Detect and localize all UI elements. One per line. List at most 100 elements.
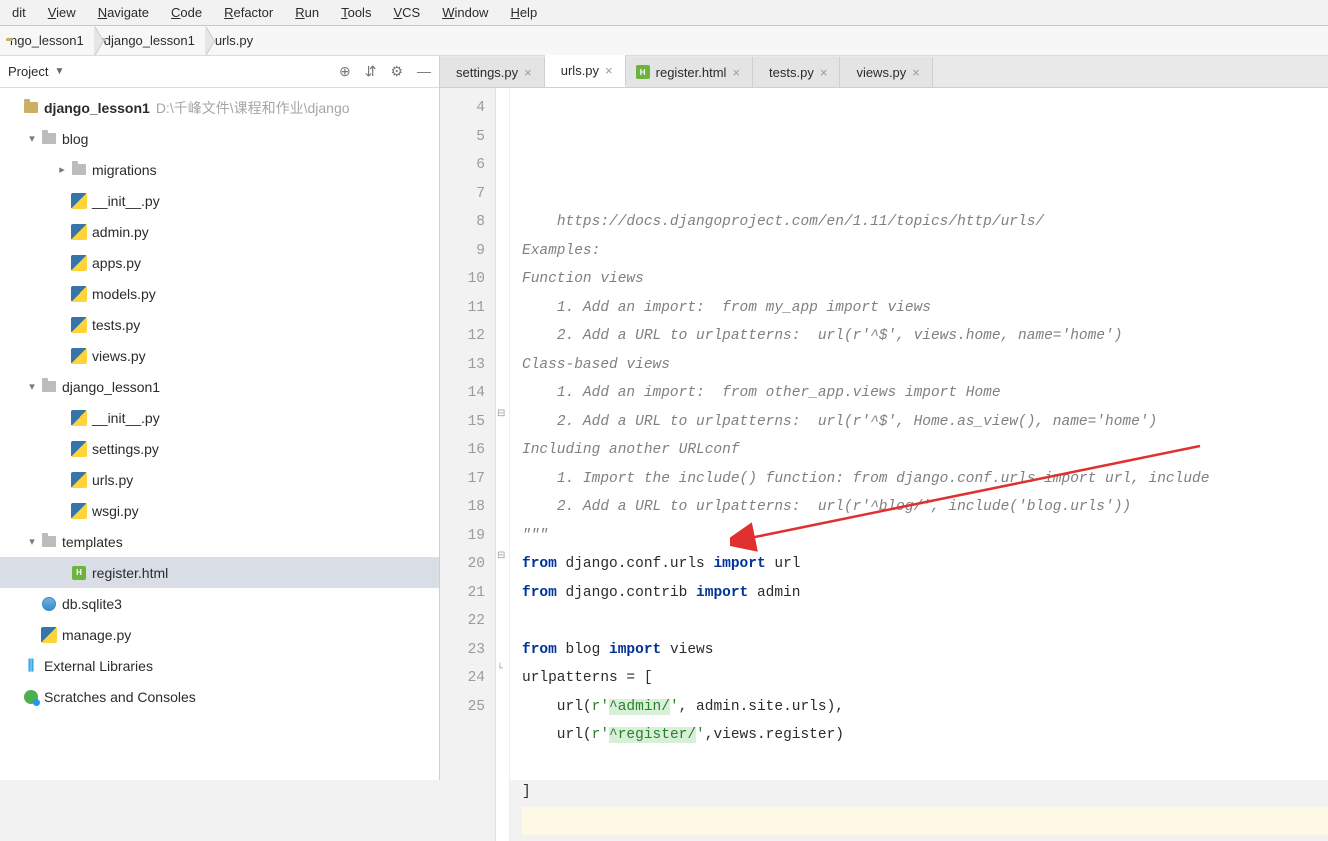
- code-content[interactable]: https://docs.djangoproject.com/en/1.11/t…: [510, 88, 1328, 841]
- code-editor[interactable]: 45678910111213141516171819202122232425 ⊟…: [440, 88, 1328, 841]
- code-line-15[interactable]: """: [522, 522, 1328, 551]
- menu-item-code[interactable]: Code: [163, 3, 210, 22]
- code-line-25[interactable]: [522, 807, 1328, 836]
- tree-item-label: django_lesson1: [62, 379, 160, 395]
- close-icon[interactable]: ×: [732, 65, 740, 80]
- tree-item-django-lesson1[interactable]: ▾ django_lesson1: [0, 371, 439, 402]
- tree-item-db-sqlite3[interactable]: db.sqlite3: [0, 588, 439, 619]
- code-line-19[interactable]: from blog import views: [522, 636, 1328, 665]
- chevron-down-icon[interactable]: ▾: [24, 535, 40, 548]
- close-icon[interactable]: ×: [820, 65, 828, 80]
- tab-settings-py[interactable]: settings.py ×: [440, 57, 545, 87]
- tree-root[interactable]: django_lesson1 D:\千峰文件\课程和作业\django: [0, 92, 439, 123]
- code-line-23[interactable]: [522, 750, 1328, 779]
- menu-item-help[interactable]: Help: [502, 3, 545, 22]
- tree-item-wsgi-py[interactable]: wsgi.py: [0, 495, 439, 526]
- tab-tests-py[interactable]: tests.py×: [753, 57, 840, 87]
- collapse-icon[interactable]: ⇵: [365, 63, 377, 80]
- tree-item-admin-py[interactable]: admin.py: [0, 216, 439, 247]
- project-tree[interactable]: django_lesson1 D:\千峰文件\课程和作业\django ▾ blog…: [0, 88, 439, 780]
- chevron-down-icon[interactable]: ▼: [54, 66, 64, 77]
- fold-column[interactable]: ⊟ ⊟ └: [496, 88, 510, 841]
- code-line-17[interactable]: from django.contrib import admin: [522, 579, 1328, 608]
- tab-urls-py[interactable]: urls.py ×: [545, 55, 626, 87]
- code-line-20[interactable]: urlpatterns = [: [522, 664, 1328, 693]
- gear-icon[interactable]: ⚙: [390, 63, 403, 80]
- menu-item-run[interactable]: Run: [287, 3, 327, 22]
- fold-toggle-icon[interactable]: ⊟: [497, 550, 505, 562]
- tree-item-manage-py[interactable]: manage.py: [0, 619, 439, 650]
- tree-item-blog[interactable]: ▾ blog: [0, 123, 439, 154]
- tree-item-label: urls.py: [92, 472, 133, 488]
- code-line-12[interactable]: Including another URLconf: [522, 436, 1328, 465]
- close-icon[interactable]: ×: [524, 65, 532, 80]
- code-line-24[interactable]: ]: [522, 778, 1328, 807]
- breadcrumb: ngo_lesson1django_lesson1urls.py: [0, 26, 1328, 56]
- menu-item-navigate[interactable]: Navigate: [90, 3, 157, 22]
- tree-item-settings-py[interactable]: settings.py: [0, 433, 439, 464]
- locate-icon[interactable]: ⊕: [339, 63, 351, 80]
- tree-item--init-py[interactable]: __init__.py: [0, 402, 439, 433]
- menu-item-edit[interactable]: dit: [4, 3, 34, 22]
- tree-item-external-libraries[interactable]: ⫼External Libraries: [0, 650, 439, 681]
- chevron-right-icon[interactable]: ▸: [54, 163, 70, 176]
- tree-item--init-py[interactable]: __init__.py: [0, 185, 439, 216]
- code-line-9[interactable]: Class-based views: [522, 351, 1328, 380]
- code-line-8[interactable]: 2. Add a URL to urlpatterns: url(r'^$', …: [522, 322, 1328, 351]
- tree-item-label: apps.py: [92, 255, 141, 271]
- code-line-4[interactable]: https://docs.djangoproject.com/en/1.11/t…: [522, 208, 1328, 237]
- tab-register-html[interactable]: Hregister.html×: [626, 57, 753, 87]
- tree-item-label: tests.py: [92, 317, 140, 333]
- tree-item-label: blog: [62, 131, 88, 147]
- code-line-16[interactable]: from django.conf.urls import url: [522, 550, 1328, 579]
- tree-item-models-py[interactable]: models.py: [0, 278, 439, 309]
- line-number-gutter: 45678910111213141516171819202122232425: [440, 88, 496, 841]
- tab-label: settings.py: [456, 65, 518, 80]
- chevron-down-icon[interactable]: ▾: [24, 132, 40, 145]
- tab-label: urls.py: [561, 63, 599, 78]
- tree-item-label: views.py: [92, 348, 146, 364]
- tab-label: register.html: [656, 65, 727, 80]
- code-line-22[interactable]: url(r'^register/',views.register): [522, 721, 1328, 750]
- menu-item-refactor[interactable]: Refactor: [216, 3, 281, 22]
- code-line-18[interactable]: [522, 607, 1328, 636]
- code-line-11[interactable]: 2. Add a URL to urlpatterns: url(r'^$', …: [522, 408, 1328, 437]
- project-tool-title[interactable]: Project: [8, 64, 48, 79]
- code-line-14[interactable]: 2. Add a URL to urlpatterns: url(r'^blog…: [522, 493, 1328, 522]
- code-line-21[interactable]: url(r'^admin/', admin.site.urls),: [522, 693, 1328, 722]
- breadcrumb-item[interactable]: ngo_lesson1: [0, 26, 94, 55]
- tree-item-label: manage.py: [62, 627, 131, 643]
- close-icon[interactable]: ×: [605, 63, 613, 78]
- menu-item-window[interactable]: Window: [434, 3, 496, 22]
- menu-item-vcs[interactable]: VCS: [385, 3, 428, 22]
- tree-item-tests-py[interactable]: tests.py: [0, 309, 439, 340]
- tree-item-urls-py[interactable]: urls.py: [0, 464, 439, 495]
- chevron-down-icon[interactable]: ▾: [24, 380, 40, 393]
- tab-label: views.py: [856, 65, 906, 80]
- fold-end-icon: └: [497, 664, 503, 675]
- code-line-6[interactable]: Function views: [522, 265, 1328, 294]
- tree-item-label: __init__.py: [92, 410, 160, 426]
- tree-item-apps-py[interactable]: apps.py: [0, 247, 439, 278]
- code-line-5[interactable]: Examples:: [522, 237, 1328, 266]
- editor-area: settings.py×urls.py×Hregister.html×tests…: [440, 56, 1328, 780]
- tree-item-label: wsgi.py: [92, 503, 139, 519]
- main-menu-bar: dit View Navigate Code Refactor Run Tools VCS Wi…: [0, 0, 1328, 26]
- code-line-7[interactable]: 1. Add an import: from my_app import vie…: [522, 294, 1328, 323]
- code-line-10[interactable]: 1. Add an import: from other_app.views i…: [522, 379, 1328, 408]
- fold-toggle-icon[interactable]: ⊟: [497, 408, 505, 420]
- tree-item-scratches-and-consoles[interactable]: Scratches and Consoles: [0, 681, 439, 712]
- tree-item-views-py[interactable]: views.py: [0, 340, 439, 371]
- menu-item-view[interactable]: View: [40, 3, 84, 22]
- tree-item-templates[interactable]: ▾templates: [0, 526, 439, 557]
- tree-item-label: db.sqlite3: [62, 596, 122, 612]
- breadcrumb-item[interactable]: django_lesson1: [94, 26, 205, 55]
- tree-item-migrations[interactable]: ▸migrations: [0, 154, 439, 185]
- menu-item-tools[interactable]: Tools: [333, 3, 379, 22]
- close-icon[interactable]: ×: [912, 65, 920, 80]
- hide-icon[interactable]: —: [417, 63, 431, 80]
- project-tool-header: Project ▼ ⊕ ⇵ ⚙ —: [0, 56, 439, 88]
- tab-views-py[interactable]: views.py ×: [840, 57, 932, 87]
- tree-item-register-html[interactable]: Hregister.html: [0, 557, 439, 588]
- code-line-13[interactable]: 1. Import the include() function: from d…: [522, 465, 1328, 494]
